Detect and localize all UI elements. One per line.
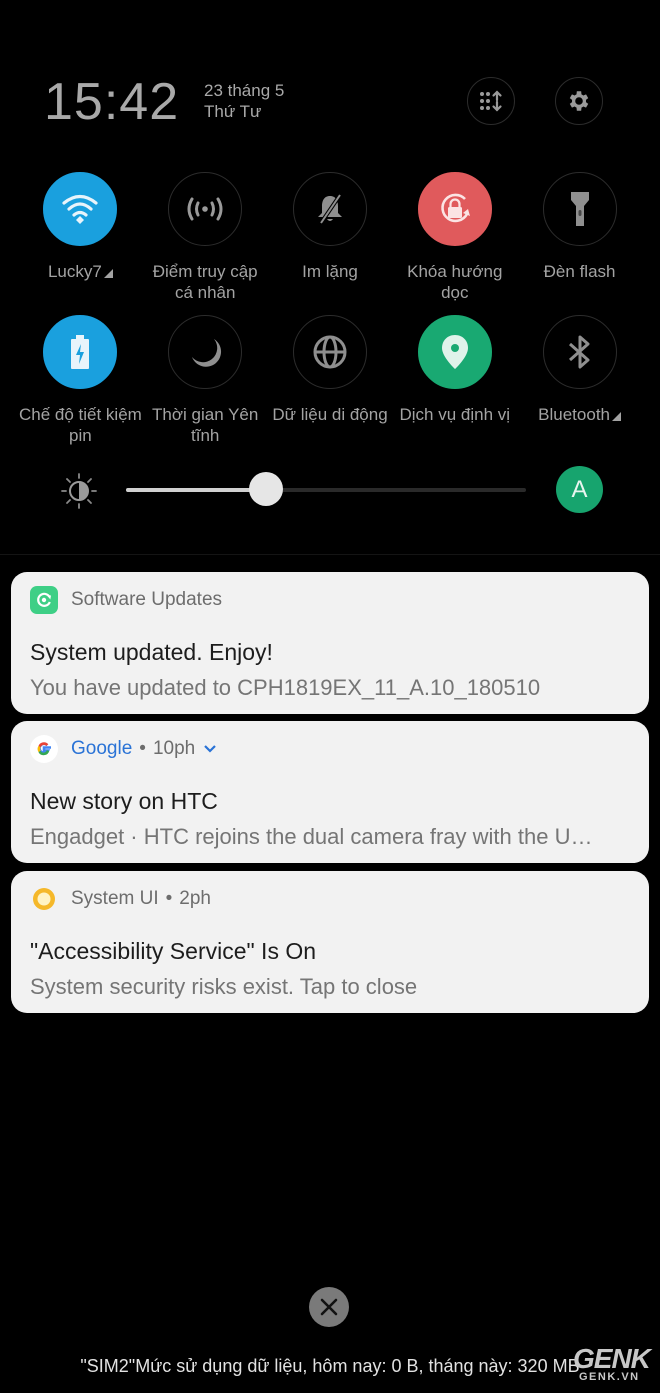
notification-title: New story on HTC xyxy=(30,788,218,814)
date[interactable]: 23 tháng 5 Thứ Tư xyxy=(204,80,284,122)
divider xyxy=(0,554,660,555)
google-g-icon xyxy=(30,735,58,763)
tile-quiet-time-toggle[interactable] xyxy=(168,315,243,389)
tile-label: Dữ liệu di động xyxy=(272,405,388,424)
tile-label: Im lặng xyxy=(302,262,358,281)
tile-rotation-lock-toggle[interactable] xyxy=(417,172,492,246)
notification-app-name: System UI xyxy=(71,888,159,909)
tile-location[interactable]: Dịch vụ định vị xyxy=(392,315,517,446)
notification-header: Google • 10ph xyxy=(30,734,217,764)
tile-label: Khóa hướng dọc xyxy=(407,262,503,302)
notification-app-name: Google xyxy=(71,738,133,759)
quick-settings-header: 15:42 23 tháng 5 Thứ Tư xyxy=(0,0,660,160)
flashlight-icon xyxy=(570,192,589,226)
notification-title: System updated. Enjoy! xyxy=(30,639,273,665)
brightness-slider[interactable] xyxy=(126,472,526,506)
battery-saver-icon xyxy=(71,335,90,369)
close-icon xyxy=(320,1298,338,1316)
tile-wifi[interactable]: Lucky7 xyxy=(18,172,143,303)
tile-bluetooth-toggle[interactable] xyxy=(542,315,617,389)
notification-header: Software Updates xyxy=(30,585,222,615)
settings-button[interactable] xyxy=(555,77,603,125)
clear-all-button[interactable] xyxy=(309,1287,349,1327)
software-update-icon xyxy=(30,586,58,614)
tile-quiet-time[interactable]: Thời gian Yên tĩnh xyxy=(143,315,268,446)
tile-flashlight[interactable]: Đèn flash xyxy=(517,172,642,303)
tile-label: Bluetooth xyxy=(518,404,642,425)
bell-off-icon xyxy=(317,193,342,225)
expand-chevron-icon[interactable] xyxy=(203,744,217,754)
brightness-slider-thumb[interactable] xyxy=(249,472,283,506)
tile-mobile-data[interactable]: Dữ liệu di động xyxy=(268,315,393,446)
notification-title: "Accessibility Service" Is On xyxy=(30,938,317,964)
tile-label: Chế độ tiết kiệm pin xyxy=(18,405,142,445)
tile-battery-saver-toggle[interactable] xyxy=(43,315,118,389)
rotation-lock-icon xyxy=(441,193,470,223)
auto-brightness-button[interactable]: A xyxy=(556,466,603,513)
date-line: 23 tháng 5 xyxy=(204,81,285,100)
weekday-line: Thứ Tư xyxy=(204,102,262,121)
brightness-control: A xyxy=(0,464,660,516)
system-ui-ring-icon xyxy=(30,885,58,913)
tile-location-toggle[interactable] xyxy=(417,315,492,389)
tile-silent-toggle[interactable] xyxy=(292,172,367,246)
notification-google[interactable]: Google • 10ph New story on HTC Engadget … xyxy=(11,721,649,863)
tile-bluetooth[interactable]: Bluetooth xyxy=(517,315,642,446)
edit-tiles-button[interactable] xyxy=(467,77,515,125)
wifi-icon xyxy=(62,194,98,224)
notification-time: 2ph xyxy=(179,888,211,909)
tile-row: Lucky7 Điểm truy cập cá nhân Im lặng Khó… xyxy=(18,172,642,303)
clock[interactable]: 15:42 xyxy=(44,72,179,132)
notification-header: System UI • 2ph xyxy=(30,884,211,914)
hotspot-icon xyxy=(187,197,223,221)
notification-body: You have updated to CPH1819EX_11_A.10_18… xyxy=(30,675,541,700)
data-usage-text: "SIM2"Mức sử dụng dữ liệu, hôm nay: 0 B,… xyxy=(80,1356,580,1376)
tile-hotspot-toggle[interactable] xyxy=(168,172,243,246)
tile-battery-saver[interactable]: Chế độ tiết kiệm pin xyxy=(18,315,143,446)
separator-dot: • xyxy=(165,888,173,909)
tile-label: Đèn flash xyxy=(543,262,616,281)
dropdown-triangle-icon xyxy=(612,412,621,421)
tile-wifi-toggle[interactable] xyxy=(43,172,118,246)
notification-software-updates[interactable]: Software Updates System updated. Enjoy! … xyxy=(11,572,649,714)
notification-system-ui[interactable]: System UI • 2ph "Accessibility Service" … xyxy=(11,871,649,1013)
watermark-logo: GENK GENK.VN xyxy=(573,1343,653,1388)
tile-flashlight-toggle[interactable] xyxy=(542,172,617,246)
notification-time: 10ph xyxy=(152,738,196,759)
tile-label: Điểm truy cập cá nhân xyxy=(152,262,258,302)
separator-dot: • xyxy=(139,738,146,759)
grid-sort-icon xyxy=(480,90,502,112)
tile-label: Lucky7 xyxy=(18,261,142,282)
notification-body: System security risks exist. Tap to clos… xyxy=(30,974,418,999)
tile-label: Dịch vụ định vị xyxy=(399,405,511,424)
tile-row: Chế độ tiết kiệm pin Thời gian Yên tĩnh xyxy=(18,315,642,446)
notification-app-name: Software Updates xyxy=(71,589,223,610)
bluetooth-icon xyxy=(568,335,590,369)
moon-icon xyxy=(192,339,222,367)
tile-hotspot[interactable]: Điểm truy cập cá nhân xyxy=(143,172,268,303)
globe-icon xyxy=(313,335,347,369)
gear-icon xyxy=(569,91,589,111)
tile-silent[interactable]: Im lặng xyxy=(268,172,393,303)
brightness-icon xyxy=(61,473,97,509)
location-pin-icon xyxy=(441,335,468,369)
tile-rotation-lock[interactable]: Khóa hướng dọc xyxy=(392,172,517,303)
dropdown-triangle-icon xyxy=(103,269,113,278)
notification-body: Engadget · HTC rejoins the dual camera f… xyxy=(30,824,593,849)
tile-label: Thời gian Yên tĩnh xyxy=(152,405,259,445)
brightness-slider-fill xyxy=(126,488,266,492)
tile-mobile-data-toggle[interactable] xyxy=(292,315,367,389)
watermark-small: GENK.VN xyxy=(579,1371,640,1383)
